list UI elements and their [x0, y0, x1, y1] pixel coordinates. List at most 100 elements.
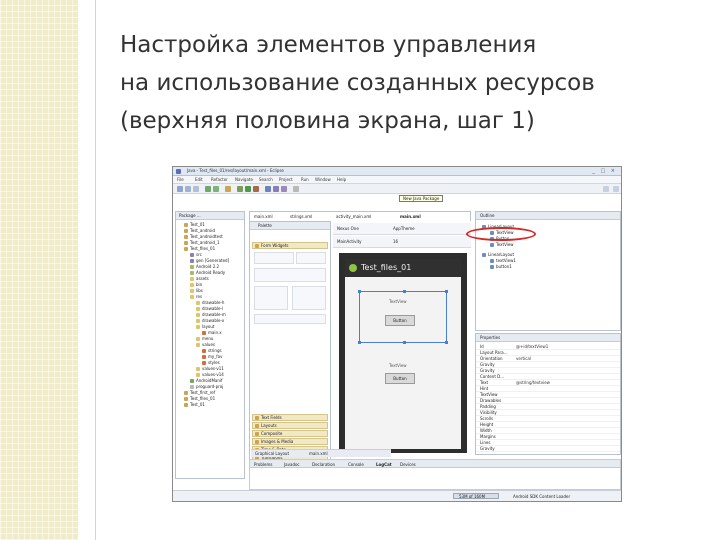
editor-tab[interactable]: activity_main.xml: [336, 214, 371, 219]
widget-preview[interactable]: [254, 286, 288, 310]
widget-preview[interactable]: [254, 252, 294, 264]
print-icon[interactable]: [193, 186, 199, 192]
external-tools-icon[interactable]: [253, 186, 259, 192]
property-row[interactable]: Gravity: [476, 446, 620, 452]
canvas-button[interactable]: Button: [385, 315, 415, 326]
package-explorer: Package ... Test_01 Test_android Test_an…: [175, 211, 245, 479]
tab-graphical-layout[interactable]: Graphical Layout: [255, 451, 289, 456]
canvas-textview-2[interactable]: TextView: [389, 363, 407, 368]
status-bar: 53M of 160M Android SDK Content Loader: [173, 490, 621, 501]
action-bar: Test_files_01: [345, 259, 461, 277]
menu-run[interactable]: Run: [301, 177, 309, 182]
run-icon[interactable]: [245, 186, 251, 192]
app-title: Test_files_01: [361, 263, 412, 272]
ddms-perspective-icon[interactable]: [613, 186, 619, 192]
slide-decor-line: [95, 0, 96, 540]
android-sdk-icon[interactable]: [205, 186, 211, 192]
menu-edit[interactable]: Edit: [195, 177, 203, 182]
editor-tab-active[interactable]: main.xml: [400, 214, 421, 219]
palette-category[interactable]: Text Fields: [252, 414, 328, 421]
highlight-oval: [466, 227, 536, 241]
avd-manager-icon[interactable]: [213, 186, 219, 192]
logcat-area: [249, 468, 621, 490]
palette-category-form-widgets[interactable]: Form Widgets: [252, 242, 328, 249]
new-class-icon[interactable]: [281, 186, 287, 192]
device-frame: Test_files_01 TextView Button TextView B…: [339, 253, 467, 453]
toolbar-tooltip: New Java Package: [399, 195, 444, 202]
theme-select[interactable]: AppTheme: [393, 226, 415, 231]
bottom-view-tabs: Problems Javadoc Declaration Console Log…: [249, 459, 621, 468]
editor-tab[interactable]: strings.xml: [290, 214, 312, 219]
tab-javadoc[interactable]: Javadoc: [284, 462, 300, 467]
properties-panel: Properties Id @+id/textView1 Layout Para..…: [475, 333, 621, 455]
api-select[interactable]: 16: [393, 239, 398, 244]
menu-search[interactable]: Search: [259, 177, 273, 182]
ide-screenshot: Java - Test_files_01/res/layout/main.xml…: [172, 166, 622, 502]
menu-project[interactable]: Project: [279, 177, 293, 182]
menu-bar: File Edit Refactor Navigate Search Proje…: [173, 176, 621, 184]
canvas-config-bar-2: MainActivity 16: [333, 236, 471, 248]
sdk-loader-status: Android SDK Content Loader: [513, 494, 571, 499]
main-toolbar: [173, 184, 621, 194]
save-icon[interactable]: [185, 186, 191, 192]
lint-icon[interactable]: [225, 186, 231, 192]
new-package-icon[interactable]: [273, 186, 279, 192]
slide-title: Настройка элементов управления на исполь…: [120, 26, 700, 140]
device-select[interactable]: Nexus One: [337, 226, 359, 231]
device-screen: Test_files_01 TextView Button TextView B…: [345, 259, 461, 449]
tab-console[interactable]: Console: [348, 462, 364, 467]
package-explorer-header: Package ...: [176, 212, 244, 220]
canvas-button-2[interactable]: Button: [385, 373, 415, 384]
editor-tabs: main.xml strings.xml activity_main.xml m…: [249, 211, 471, 221]
widget-preview[interactable]: [254, 268, 326, 282]
palette-header: Palette: [250, 222, 330, 230]
menu-window[interactable]: Window: [315, 177, 331, 182]
tab-declaration[interactable]: Declaration: [312, 462, 335, 467]
properties-header: Properties: [476, 334, 620, 342]
palette-category[interactable]: Composite: [252, 430, 328, 437]
layout-canvas[interactable]: Test_files_01 TextView Button TextView B…: [333, 249, 471, 455]
outline-header: Outline: [476, 212, 620, 220]
editor-tab[interactable]: main.xml: [254, 214, 273, 219]
title-line-3: (верхняя половина экрана, шаг 1): [120, 108, 535, 134]
debug-icon[interactable]: [237, 186, 243, 192]
palette-title: Palette: [258, 223, 272, 228]
window-title: Java - Test_files_01/res/layout/main.xml…: [187, 168, 284, 173]
package-explorer-title: Package ...: [179, 213, 201, 218]
outline-item[interactable]: button1: [490, 264, 512, 270]
memory-text: 53M of 160M: [459, 494, 486, 499]
tree-item[interactable]: Test_01: [184, 402, 205, 408]
properties-title: Properties: [480, 335, 501, 340]
editor-bottom-tabs: Graphical Layout main.xml: [251, 449, 391, 457]
menu-help[interactable]: Help: [337, 177, 346, 182]
java-perspective-icon[interactable]: [603, 186, 609, 192]
widget-preview[interactable]: [292, 286, 326, 310]
palette-panel: Palette Form Widgets Text Fields Layouts…: [249, 221, 331, 461]
tab-devices[interactable]: Devices: [400, 462, 416, 467]
palette-category[interactable]: Layouts: [252, 422, 328, 429]
activity-select[interactable]: MainActivity: [337, 239, 362, 244]
menu-refactor[interactable]: Refactor: [211, 177, 228, 182]
outline-title: Outline: [480, 213, 495, 218]
tab-problems[interactable]: Problems: [254, 462, 272, 467]
palette-category[interactable]: Images & Media: [252, 438, 328, 445]
canvas-config-bar: Nexus One AppTheme: [333, 223, 471, 235]
slide-decor-strip: [0, 0, 78, 540]
tab-logcat[interactable]: LogCat: [376, 462, 392, 467]
title-line-1: Настройка элементов управления: [120, 32, 537, 58]
new-java-project-icon[interactable]: [265, 186, 271, 192]
eclipse-icon: [176, 169, 181, 174]
widget-preview[interactable]: [254, 314, 326, 324]
canvas-textview[interactable]: TextView: [389, 299, 407, 304]
menu-navigate[interactable]: Navigate: [235, 177, 253, 182]
window-controls[interactable]: _ □ ×: [592, 168, 617, 174]
window-title-bar: Java - Test_files_01/res/layout/main.xml…: [173, 167, 621, 176]
outline-item[interactable]: TextView: [490, 242, 514, 248]
title-line-2: на использование созданных ресурсов: [120, 70, 595, 96]
tab-xml-source[interactable]: main.xml: [309, 451, 328, 456]
menu-file[interactable]: File: [177, 177, 184, 182]
new-icon[interactable]: [177, 186, 183, 192]
property-key: Gravity: [480, 446, 495, 451]
search-icon[interactable]: [293, 186, 299, 192]
widget-preview[interactable]: [296, 252, 326, 264]
